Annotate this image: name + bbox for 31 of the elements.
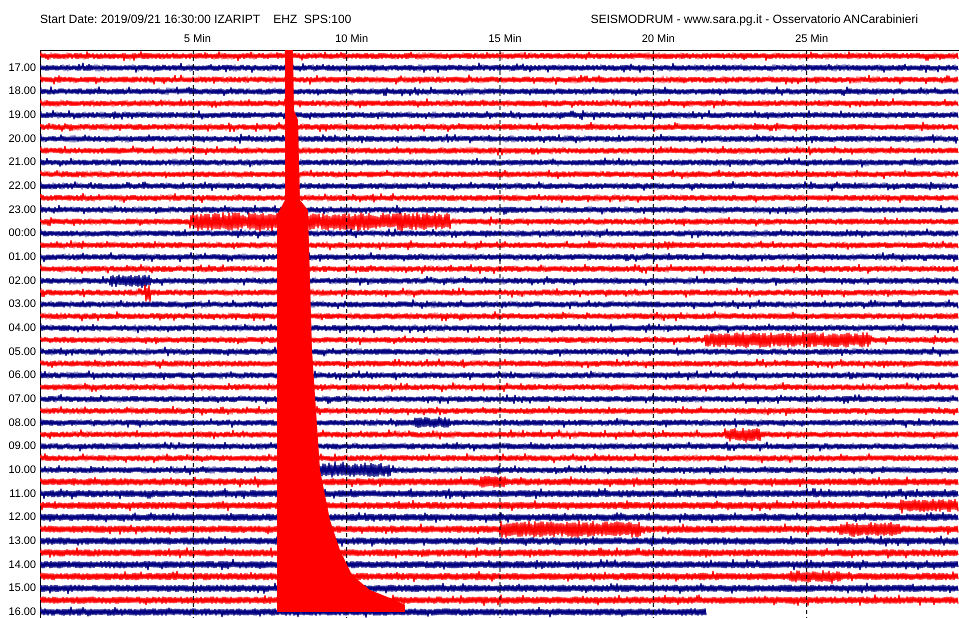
axis-tick-label: 20 Min	[642, 32, 675, 46]
hour-label: 15.00	[8, 582, 36, 594]
hour-label: 05.00	[8, 346, 36, 358]
hour-label: 02.00	[8, 274, 36, 287]
hour-label: 22.00	[8, 180, 36, 192]
hour-label: 20.00	[8, 132, 36, 145]
hour-label: 06.00	[8, 369, 36, 382]
hour-label: 01.00	[8, 251, 36, 264]
axis-tick-label: 5 Min	[184, 32, 211, 46]
hour-label: 03.00	[8, 298, 36, 310]
hour-label: 11.00	[9, 488, 36, 500]
axis-tick-label: 25 Min	[795, 32, 828, 46]
hour-label: 09.00	[8, 440, 36, 452]
hour-label: 17.00	[8, 62, 36, 74]
recording-info: Start Date: 2019/09/21 16:30:00 IZARIPT EHZ SPS:100	[40, 11, 352, 28]
axis-tick-label: 10 Min	[335, 32, 368, 46]
hour-label: 10.00	[8, 464, 36, 476]
hour-label: 18.00	[8, 85, 36, 98]
hour-label: 23.00	[8, 204, 36, 216]
hour-label: 00:00	[8, 227, 36, 240]
hour-label: 16.00	[8, 606, 36, 618]
hour-label: 13.00	[8, 535, 36, 548]
hour-label: 12.00	[8, 511, 36, 524]
hour-label: 19.00	[8, 109, 36, 122]
hour-label: 21.00	[8, 156, 36, 168]
axis-tick-label: 15 Min	[488, 32, 522, 46]
hour-label: 04.00	[8, 322, 36, 334]
hour-label: 14.00	[8, 558, 36, 571]
hour-label: 08.00	[8, 416, 36, 429]
source-info: SEISMODRUM - www.sara.pg.it - Osservatorio ANCarabinieri	[590, 11, 918, 28]
hour-label: 07.00	[8, 393, 36, 406]
